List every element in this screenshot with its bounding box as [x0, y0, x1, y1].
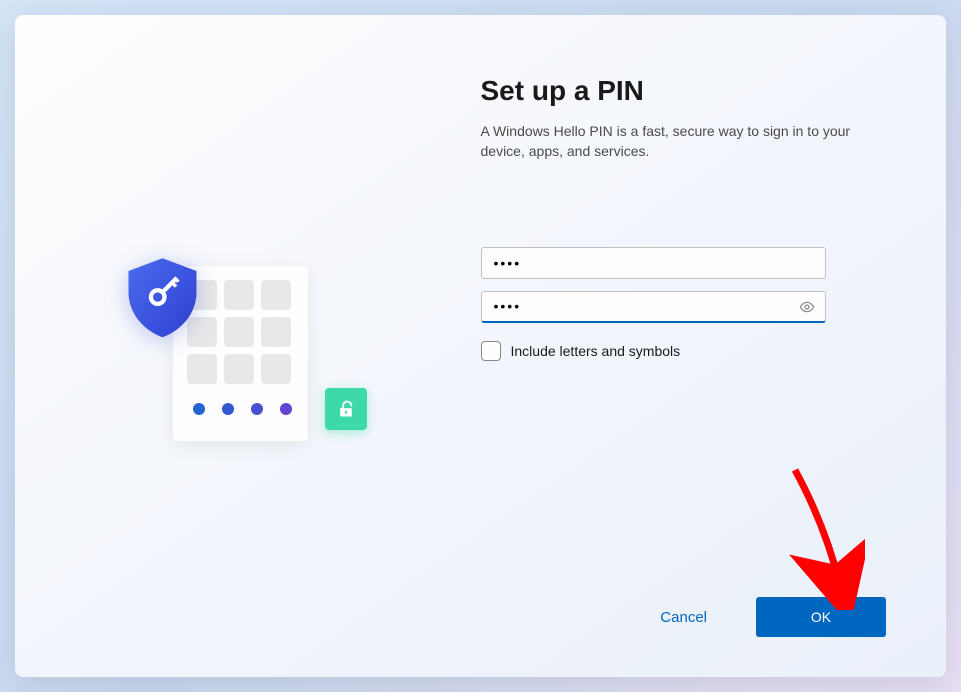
confirm-pin-input[interactable]	[481, 291, 826, 323]
pin-setup-dialog: Set up a PIN A Windows Hello PIN is a fa…	[15, 15, 946, 677]
form-panel: Set up a PIN A Windows Hello PIN is a fa…	[481, 15, 947, 677]
new-pin-wrapper	[481, 247, 826, 279]
include-letters-checkbox[interactable]	[481, 341, 501, 361]
dialog-title: Set up a PIN	[481, 75, 887, 107]
include-letters-label[interactable]: Include letters and symbols	[511, 343, 681, 359]
include-letters-row: Include letters and symbols	[481, 341, 887, 361]
dialog-description: A Windows Hello PIN is a fast, secure wa…	[481, 121, 851, 162]
cancel-button[interactable]: Cancel	[656, 599, 711, 636]
new-pin-input[interactable]	[481, 247, 826, 279]
dialog-buttons: Cancel OK	[656, 597, 886, 637]
pin-illustration	[118, 236, 378, 456]
illustration-panel	[15, 15, 481, 677]
shield-key-icon	[120, 254, 205, 339]
unlock-icon	[325, 388, 367, 430]
reveal-password-icon[interactable]	[798, 298, 816, 316]
ok-button[interactable]: OK	[756, 597, 886, 637]
pin-input-group	[481, 247, 887, 323]
confirm-pin-wrapper	[481, 291, 826, 323]
